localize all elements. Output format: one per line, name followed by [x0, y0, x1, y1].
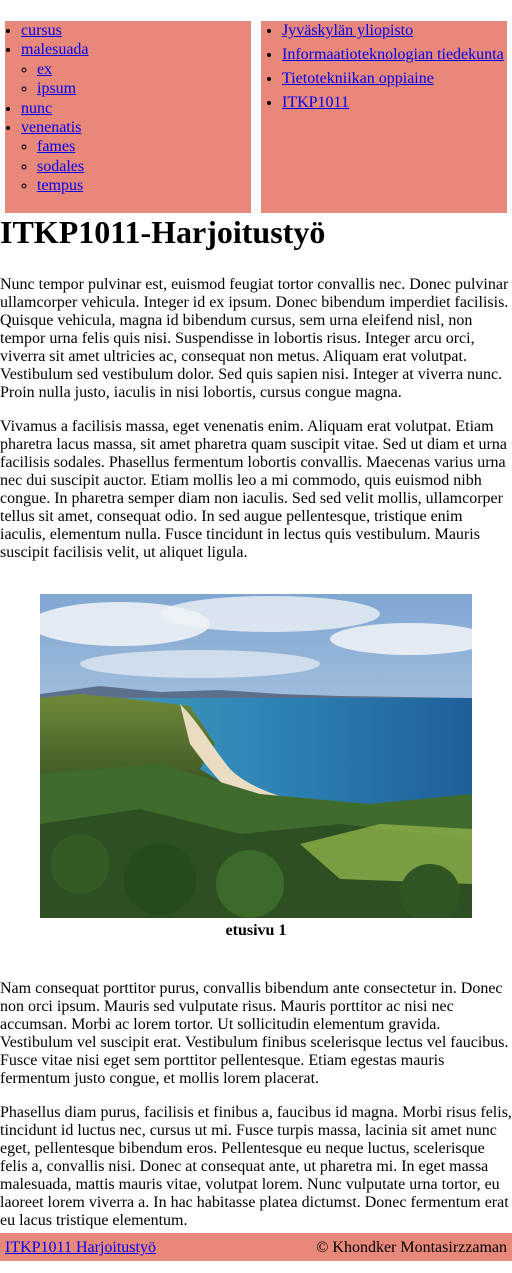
paragraph: Nunc tempor pulvinar est, euismod feugia…: [0, 276, 509, 401]
main-menu: cursus malesuada ex ipsum nunc venenatis…: [5, 21, 89, 196]
menu-item-malesuada: malesuada ex ipsum: [21, 40, 89, 98]
menu-link[interactable]: venenatis: [21, 119, 81, 136]
breadcrumb-item: Tietotekniikan oppiaine: [282, 67, 504, 91]
submenu-item-tempus: tempus: [37, 176, 89, 195]
breadcrumb-item: Informaatioteknologian tiedekunta: [282, 43, 504, 67]
breadcrumb-item: Jyväskylän yliopisto: [282, 19, 504, 43]
submenu-link[interactable]: fames: [37, 138, 75, 155]
landscape-image: [40, 594, 472, 918]
submenu-link[interactable]: ex: [37, 61, 52, 78]
breadcrumb-item: ITKP1011: [282, 91, 504, 115]
paragraph: Nam consequat porttitor purus, convallis…: [0, 980, 509, 1087]
menu-link[interactable]: malesuada: [21, 41, 89, 58]
figure-caption: etusivu 1: [225, 922, 287, 939]
submenu-item-sodales: sodales: [37, 157, 89, 176]
breadcrumb-link-faculty[interactable]: Informaatioteknologian tiedekunta: [282, 46, 504, 63]
footer: ITKP1011 Harjoitustyö © Khondker Montasi…: [0, 1233, 512, 1261]
submenu: fames sodales tempus: [21, 137, 89, 195]
menu-item-venenatis: venenatis fames sodales tempus: [21, 118, 89, 196]
submenu-item-ipsum: ipsum: [37, 79, 89, 98]
main-content: ITKP1011-Harjoitustyö Nunc tempor pulvin…: [0, 213, 512, 1230]
paragraph: Vivamus a facilisis massa, eget venenati…: [0, 418, 507, 561]
submenu-link[interactable]: tempus: [37, 177, 83, 194]
breadcrumb-link-course[interactable]: ITKP1011: [282, 94, 349, 111]
submenu-item-fames: fames: [37, 137, 89, 156]
submenu-item-ex: ex: [37, 60, 89, 79]
page-title: ITKP1011-Harjoitustyö: [0, 214, 326, 250]
breadcrumb-link-department[interactable]: Tietotekniikan oppiaine: [282, 70, 434, 87]
figure: etusivu 1: [40, 594, 472, 940]
menu-link[interactable]: cursus: [21, 22, 62, 39]
submenu-link[interactable]: sodales: [37, 158, 84, 175]
submenu-link[interactable]: ipsum: [37, 80, 76, 97]
menu-item-nunc: nunc: [21, 99, 89, 118]
menu-item-cursus: cursus: [21, 21, 89, 40]
breadcrumb-link-university[interactable]: Jyväskylän yliopisto: [282, 22, 413, 39]
menu-link[interactable]: nunc: [21, 100, 52, 117]
footer-link[interactable]: ITKP1011 Harjoitustyö: [5, 1239, 156, 1257]
submenu: ex ipsum: [21, 60, 89, 99]
paragraph: Phasellus diam purus, facilisis et finib…: [0, 1104, 512, 1229]
copyright-text: © Khondker Montasirzzaman: [316, 1239, 507, 1256]
breadcrumb: Jyväskylän yliopisto Informaatioteknolog…: [261, 19, 504, 115]
header-area: cursus malesuada ex ipsum nunc venenatis…: [0, 0, 512, 213]
